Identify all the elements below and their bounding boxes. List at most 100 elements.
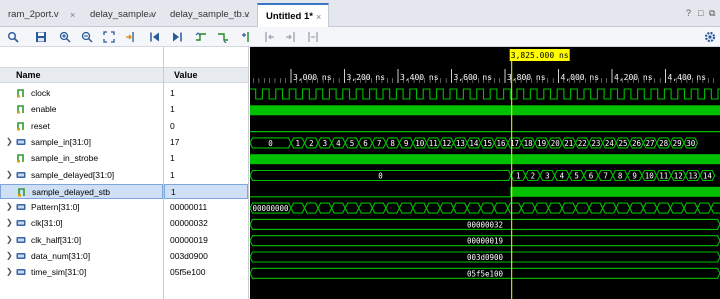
expand-arrow-icon[interactable]: ❯ [6, 202, 13, 211]
expand-arrow-icon[interactable]: ❯ [6, 235, 13, 244]
signal-value-row[interactable]: 00000032 [164, 216, 248, 231]
pattern-trace-segment [466, 202, 482, 214]
signal-value-panel: Value 1 1 0 17 1 1 1 00000011 00000032 00000019 00… [164, 47, 249, 299]
sample-in-trace-value: 11 [429, 139, 438, 148]
waveform-canvas[interactable]: 3,000 ns 3,200 ns 3,400 ns 3,600 ns 3,800 ns… [250, 47, 720, 299]
go-to-start-icon[interactable] [148, 30, 162, 44]
pattern-trace-segment [317, 202, 333, 214]
signal-value-row[interactable]: 00000019 [164, 233, 248, 248]
expand-arrow-icon[interactable]: ❯ [6, 170, 13, 179]
expand-arrow-icon[interactable]: ❯ [6, 251, 13, 260]
pattern-trace-segment [425, 202, 441, 214]
pattern-trace-segment [534, 202, 550, 214]
sample-delayed-trace-value: 0 [378, 172, 383, 181]
signal-row-data-num[interactable]: ❯ data_num[31:0] [0, 249, 163, 264]
expand-arrow-icon[interactable]: ❯ [6, 267, 13, 276]
bus-signal-icon [16, 138, 26, 145]
expand-arrow-icon[interactable]: ❯ [6, 137, 13, 146]
sample-delayed-trace-value: 2 [531, 172, 536, 181]
tab-delay-sample-tb[interactable]: delay_sample_tb.v × [162, 3, 257, 27]
bus-signal-icon [16, 269, 26, 276]
name-column-header[interactable]: Name [0, 67, 163, 83]
signal-name: time_sim[31:0] [31, 267, 87, 278]
signal-value-row[interactable]: 1 [164, 183, 248, 199]
waveform-viewer[interactable]: 3,000 ns 3,200 ns 3,400 ns 3,600 ns 3,800 ns… [250, 47, 720, 299]
signal-value-row[interactable]: 0 [164, 119, 248, 134]
save-icon[interactable] [34, 30, 48, 44]
previous-marker-icon[interactable] [262, 30, 276, 44]
signal-name: clk_half[31:0] [31, 234, 82, 245]
signal-name: data_num[31:0] [31, 251, 91, 261]
signal-value-row[interactable]: 1 [164, 168, 248, 183]
sample-in-trace-value: 2 [309, 139, 314, 148]
sample-in-trace-value: 1 [296, 139, 301, 148]
sample-in-trace-value: 0 [268, 139, 273, 148]
signal-value-row[interactable]: 003d0900 [164, 249, 248, 264]
zoom-in-icon[interactable] [58, 30, 72, 44]
sample-in-trace-value: 28 [659, 139, 669, 148]
signal-value: 17 [170, 136, 180, 147]
signal-row-time-sim[interactable]: ❯ time_sim[31:0] [0, 265, 163, 280]
bit-signal-icon [18, 187, 25, 197]
next-marker-icon[interactable] [284, 30, 298, 44]
pattern-trace-segment [520, 202, 536, 214]
signal-value: 00000011 [170, 202, 208, 213]
sample-delayed-trace-value: 1 [516, 172, 521, 181]
zoom-fit-icon[interactable] [102, 30, 116, 44]
signal-value: 003d0900 [170, 251, 208, 261]
go-to-end-icon[interactable] [170, 30, 184, 44]
expand-arrow-icon[interactable]: ❯ [6, 218, 13, 227]
tab-untitled-1[interactable]: Untitled 1* × [257, 3, 329, 27]
sample-in-trace-value: 12 [442, 139, 451, 148]
gear-icon[interactable] [703, 30, 717, 44]
signal-row-sample-in-strobe[interactable]: sample_in_strobe [0, 151, 163, 166]
restore-button[interactable]: □ [698, 8, 703, 18]
signal-value-row[interactable]: 17 [164, 135, 248, 150]
close-icon[interactable]: × [148, 10, 153, 20]
signal-row-sample-delayed[interactable]: ❯ sample_delayed[31:0] [0, 168, 163, 183]
signal-value-row[interactable]: 00000011 [164, 200, 248, 215]
signal-row-clk-half[interactable]: ❯ clk_half[31:0] [0, 233, 163, 248]
signal-name: clock [31, 88, 51, 98]
sample-delayed-trace-value: 9 [632, 172, 637, 181]
go-to-cursor-icon[interactable] [124, 30, 138, 44]
help-button[interactable]: ? [686, 8, 691, 18]
signal-value-row[interactable]: 1 [164, 151, 248, 166]
sample-delayed-trace-value: 6 [589, 172, 594, 181]
value-column-header[interactable]: Value [164, 67, 248, 83]
sample-delayed-trace-value: 12 [674, 172, 683, 181]
maximize-button[interactable]: ⧉ [709, 8, 715, 19]
signal-row-reset[interactable]: reset [0, 119, 163, 134]
pattern-trace-value: 00000000 [252, 204, 289, 213]
close-icon[interactable]: × [70, 10, 75, 20]
close-icon[interactable]: × [316, 12, 321, 22]
tab-label: ram_2port.v [8, 9, 59, 20]
signal-value: 00000019 [170, 234, 208, 245]
signal-row-pattern[interactable]: ❯ Pattern[31:0] [0, 200, 163, 215]
search-icon[interactable] [6, 30, 20, 44]
tab-delay-sample[interactable]: delay_sample.v × [82, 3, 162, 27]
zoom-out-icon[interactable] [80, 30, 94, 44]
signal-row-sample-delayed-stb[interactable]: sample_delayed_stb [0, 183, 163, 199]
signal-row-enable[interactable]: enable [0, 102, 163, 117]
bit-signal-icon [17, 105, 24, 114]
signal-row-clock[interactable]: clock [0, 86, 163, 101]
bus-signal-icon [16, 253, 26, 259]
tab-ram-2port[interactable]: ram_2port.v × [0, 3, 82, 27]
signal-row-sample-in[interactable]: ❯ sample_in[31:0] [0, 135, 163, 150]
data-num-trace-value: 003d0900 [467, 253, 504, 262]
signal-value: 0 [170, 120, 175, 131]
signal-row-clk[interactable]: ❯ clk[31:0] [0, 216, 163, 231]
signal-value-row[interactable]: 1 [164, 86, 248, 101]
signal-value-row[interactable]: 05f5e100 [164, 265, 248, 280]
signal-value-row[interactable]: 1 [164, 102, 248, 117]
name-column-label: Name [16, 70, 41, 80]
next-transition-icon[interactable] [216, 30, 230, 44]
pattern-trace-segment [493, 202, 509, 214]
signal-name: sample_delayed[31:0] [31, 169, 115, 180]
sample-in-trace-value: 3 [323, 139, 328, 148]
swap-cursors-icon[interactable] [306, 30, 320, 44]
close-icon[interactable]: × [244, 10, 249, 20]
add-marker-icon[interactable] [240, 30, 254, 44]
previous-transition-icon[interactable] [194, 30, 208, 44]
